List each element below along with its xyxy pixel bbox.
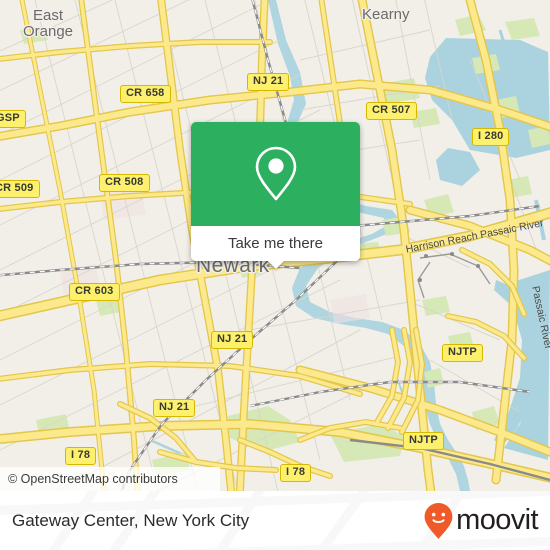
footer-bar: Gateway Center, New York City moovit <box>0 491 550 550</box>
map-attribution[interactable]: © OpenStreetMap contributors <box>0 467 220 491</box>
place-label-east-orange: East Orange <box>22 7 74 40</box>
road-shield-cr-508[interactable]: CR 508 <box>99 174 150 192</box>
road-shield-i-280[interactable]: I 280 <box>472 128 510 146</box>
place-label-kearny: Kearny <box>362 6 410 23</box>
map-screenshot: Harrison Reach Passaic River Passaic Riv… <box>0 0 550 550</box>
road-shield-cr-507[interactable]: CR 507 <box>366 102 417 120</box>
road-shield-gsp[interactable]: GSP <box>0 110 26 128</box>
moovit-brand[interactable]: moovit <box>423 502 539 540</box>
location-callout[interactable]: Take me there <box>191 122 360 269</box>
road-shield-i-78-west[interactable]: I 78 <box>65 447 97 465</box>
road-shield-nj-21-south[interactable]: NJ 21 <box>153 399 196 417</box>
map-pin-icon <box>255 146 296 201</box>
road-shield-njtp-north[interactable]: NJTP <box>442 344 483 362</box>
callout-pointer-tail <box>266 260 285 269</box>
road-shield-cr-658[interactable]: CR 658 <box>120 85 171 103</box>
callout-image-panel <box>191 122 360 226</box>
moovit-wordmark: moovit <box>456 504 538 536</box>
road-shield-cr-509[interactable]: CR 509 <box>0 180 40 198</box>
location-title: Gateway Center, New York City <box>12 510 250 530</box>
road-shield-nj-21-north[interactable]: NJ 21 <box>247 73 290 91</box>
map-viewport[interactable]: Harrison Reach Passaic River Passaic Riv… <box>0 0 550 491</box>
road-shield-nj-21-mid[interactable]: NJ 21 <box>211 331 254 349</box>
road-shield-njtp-south[interactable]: NJTP <box>403 432 444 450</box>
moovit-pin-icon <box>424 502 453 539</box>
road-shield-i-78-east[interactable]: I 78 <box>280 464 312 482</box>
take-me-there-button[interactable]: Take me there <box>191 226 360 261</box>
road-shield-cr-603[interactable]: CR 603 <box>69 283 120 301</box>
